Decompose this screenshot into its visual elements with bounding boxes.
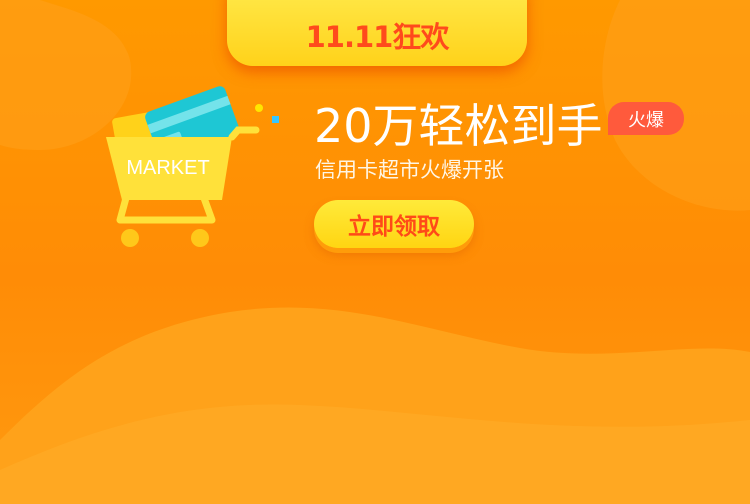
event-tab-label: 11.11狂欢 xyxy=(305,20,450,54)
cart-frame xyxy=(116,194,216,224)
claim-now-button[interactable]: 立即领取 xyxy=(314,200,474,248)
event-tab[interactable]: 11.11狂欢 xyxy=(227,0,527,66)
promo-banner[interactable]: 11.11狂欢 MARKET 20万轻松到手 火爆 信用卡超市火爆开张 立即领取 xyxy=(0,0,750,504)
cart-wheel-left xyxy=(121,229,139,247)
hot-badge: 火爆 xyxy=(608,102,684,135)
promo-subtitle: 信用卡超市火爆开张 xyxy=(315,158,504,182)
sparkle-dot xyxy=(255,104,263,112)
promo-title: 20万轻松到手 xyxy=(314,99,603,153)
sparkle-square xyxy=(272,116,279,123)
cart-label: MARKET xyxy=(126,157,209,179)
cart-handle xyxy=(228,126,260,141)
shopping-cart-icon: MARKET xyxy=(106,86,279,247)
cart-wheel-right xyxy=(191,229,209,247)
